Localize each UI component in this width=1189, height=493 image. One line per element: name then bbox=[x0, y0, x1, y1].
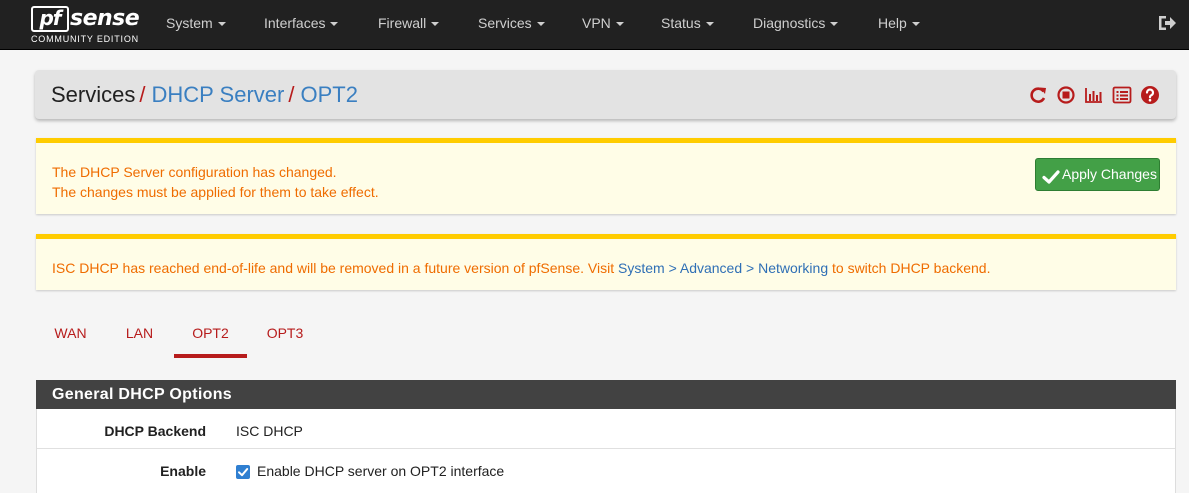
dhcp-backend-row: DHCP Backend ISC DHCP bbox=[37, 409, 1175, 449]
isc-eol-alert: ISC DHCP has reached end-of-life and wil… bbox=[36, 234, 1176, 290]
nav-menu-diagnostics[interactable]: Diagnostics bbox=[753, 0, 839, 46]
restart-service-icon[interactable] bbox=[1026, 84, 1050, 106]
caret-down-icon bbox=[536, 22, 545, 27]
nav-menu-label: Services bbox=[478, 15, 532, 31]
nav-menu-interfaces[interactable]: Interfaces bbox=[264, 0, 339, 46]
caret-down-icon bbox=[705, 22, 714, 27]
breadcrumb-current-opt2[interactable]: OPT2 bbox=[300, 82, 357, 107]
caret-down-icon bbox=[830, 22, 839, 27]
breadcrumb-separator: / bbox=[288, 82, 295, 107]
tab-opt2[interactable]: OPT2 bbox=[174, 316, 247, 358]
eol-text-after: to switch DHCP backend. bbox=[828, 260, 991, 276]
breadcrumb-separator: / bbox=[139, 82, 146, 107]
nav-menu-label: Interfaces bbox=[264, 15, 326, 31]
nav-menu-help[interactable]: Help bbox=[878, 0, 920, 46]
nav-menu-label: VPN bbox=[582, 15, 611, 31]
caret-down-icon bbox=[911, 22, 920, 27]
logo-sense-text: sense bbox=[70, 6, 140, 31]
help-icon[interactable] bbox=[1138, 84, 1162, 106]
stop-service-icon[interactable] bbox=[1054, 84, 1078, 106]
nav-menu-label: Status bbox=[661, 15, 701, 31]
breadcrumb-actions bbox=[1026, 84, 1162, 106]
nav-menu-vpn[interactable]: VPN bbox=[582, 0, 624, 46]
networking-settings-link[interactable]: System > Advanced > Networking bbox=[618, 260, 828, 276]
breadcrumb-root: Services bbox=[51, 82, 136, 107]
nav-menu-label: Firewall bbox=[378, 15, 427, 31]
sign-out-icon[interactable] bbox=[1157, 13, 1177, 33]
logo-edition-text: COMMUNITY EDITION bbox=[31, 34, 139, 44]
log-list-icon[interactable] bbox=[1110, 84, 1134, 106]
nav-menu-label: System bbox=[166, 15, 213, 31]
enable-dhcp-checkbox[interactable] bbox=[236, 465, 250, 479]
check-icon bbox=[1042, 166, 1060, 184]
status-chart-icon[interactable] bbox=[1082, 84, 1106, 106]
enable-dhcp-checkbox-label[interactable]: Enable DHCP server on OPT2 interface bbox=[257, 449, 504, 493]
top-navbar: pf sense COMMUNITY EDITION System Interf… bbox=[0, 0, 1189, 50]
nav-menu-label: Diagnostics bbox=[753, 15, 826, 31]
nav-menu-system[interactable]: System bbox=[166, 0, 226, 46]
nav-menu-firewall[interactable]: Firewall bbox=[378, 0, 440, 46]
breadcrumb-link-dhcp-server[interactable]: DHCP Server bbox=[151, 82, 284, 107]
breadcrumb-trail: Services / DHCP Server / OPT2 bbox=[51, 70, 358, 119]
alert-line-config-changed: The DHCP Server configuration has change… bbox=[52, 164, 337, 180]
config-changed-alert: The DHCP Server configuration has change… bbox=[36, 138, 1176, 214]
apply-changes-button[interactable]: Apply Changes bbox=[1035, 158, 1160, 191]
panel-title: General DHCP Options bbox=[36, 380, 1176, 409]
general-options-panel: DHCP Backend ISC DHCP Enable Enable DHCP… bbox=[36, 409, 1176, 493]
dhcp-backend-label: DHCP Backend bbox=[104, 423, 206, 439]
tab-wan[interactable]: WAN bbox=[47, 316, 94, 358]
caret-down-icon bbox=[615, 22, 624, 27]
enable-row: Enable Enable DHCP server on OPT2 interf… bbox=[37, 449, 1175, 489]
checkmark-icon bbox=[238, 468, 249, 477]
caret-down-icon bbox=[330, 22, 339, 27]
apply-changes-label: Apply Changes bbox=[1062, 166, 1157, 182]
eol-text-before: ISC DHCP has reached end-of-life and wil… bbox=[52, 260, 618, 276]
dhcp-backend-value: ISC DHCP bbox=[236, 423, 303, 439]
caret-down-icon bbox=[431, 22, 440, 27]
nav-menu-status[interactable]: Status bbox=[661, 0, 714, 46]
breadcrumb: Services / DHCP Server / OPT2 bbox=[35, 70, 1176, 119]
nav-menu-services[interactable]: Services bbox=[478, 0, 545, 46]
logo-pf-box: pf bbox=[31, 6, 69, 32]
pfsense-logo[interactable]: pf sense COMMUNITY EDITION bbox=[31, 4, 141, 46]
tab-lan[interactable]: LAN bbox=[118, 316, 161, 358]
tab-opt3[interactable]: OPT3 bbox=[259, 316, 311, 358]
caret-down-icon bbox=[217, 22, 226, 27]
enable-label: Enable bbox=[160, 463, 206, 479]
eol-message: ISC DHCP has reached end-of-life and wil… bbox=[52, 260, 990, 276]
alert-line-apply-required: The changes must be applied for them to … bbox=[52, 184, 379, 200]
nav-menu-label: Help bbox=[878, 15, 907, 31]
